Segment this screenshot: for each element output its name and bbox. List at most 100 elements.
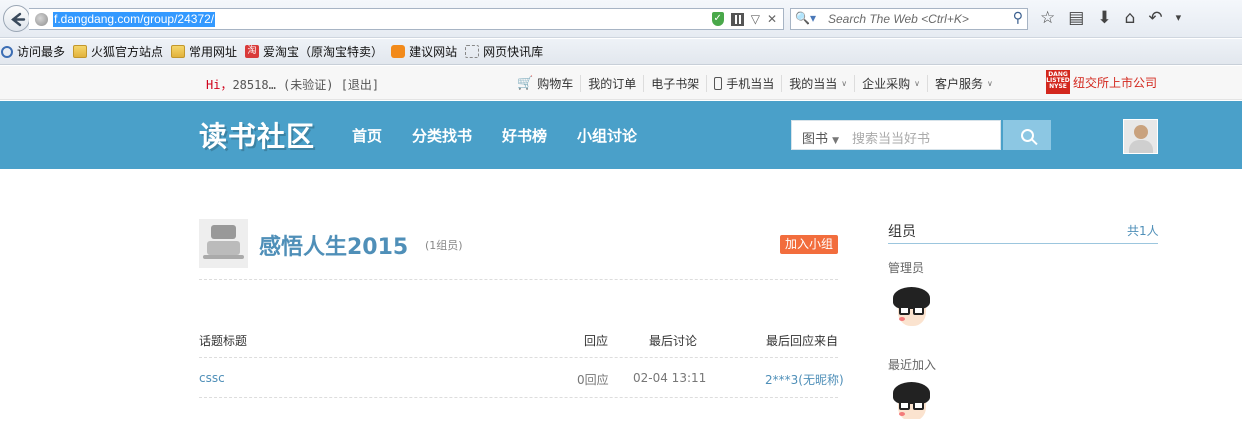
- topnav-label: 购物车: [537, 77, 574, 91]
- back-button[interactable]: [3, 5, 30, 32]
- magnifier-icon: [1, 45, 13, 58]
- web-search-placeholder: Search The Web <Ctrl+K>: [828, 12, 969, 26]
- site-topbar: Hi，28518… (未验证) [退出] 🛒 购物车 我的订单 电子书架 手机当…: [0, 66, 1242, 100]
- close-icon[interactable]: ✕: [767, 12, 777, 26]
- col-last-discussion: 最后讨论: [649, 334, 698, 348]
- divider: [199, 279, 838, 280]
- topnav-label: 企业采购: [862, 77, 911, 91]
- members-total-link[interactable]: 共1人: [1127, 222, 1159, 239]
- admin-avatar[interactable]: [889, 286, 934, 331]
- search-placeholder: 搜索当当好书: [852, 132, 931, 147]
- bookmark-label: 火狐官方站点: [91, 45, 164, 59]
- phone-icon: [714, 77, 723, 90]
- topnav-label: 客户服务: [935, 77, 984, 91]
- divider: [888, 243, 1158, 244]
- nav-home[interactable]: 首页: [352, 125, 382, 146]
- search-button[interactable]: [1003, 120, 1051, 150]
- chevron-down-icon: ∨: [841, 79, 848, 88]
- url-text[interactable]: f.dangdang.com/group/24372/: [53, 12, 216, 27]
- undo-icon[interactable]: ↶: [1148, 8, 1162, 28]
- search-category-label: 图书: [802, 132, 829, 147]
- topnav-label: 我的当当: [789, 77, 838, 91]
- home-icon[interactable]: ⌂: [1125, 8, 1136, 28]
- search-engine-icon[interactable]: 🔍▾: [795, 11, 816, 25]
- bookmark-common-sites[interactable]: 常用网址: [171, 43, 237, 60]
- menu-dropdown-icon[interactable]: ▾: [1176, 8, 1182, 28]
- nav-categories[interactable]: 分类找书: [412, 125, 472, 146]
- dropdown-triangle-icon[interactable]: ▽: [751, 12, 760, 26]
- topnav-my-dangdang[interactable]: 我的当当 ∨: [781, 75, 854, 92]
- topnav-orders[interactable]: 我的订单: [580, 75, 643, 92]
- reading-list-icon[interactable]: ▤: [1068, 8, 1084, 28]
- folder-icon: [171, 45, 186, 58]
- site-logo[interactable]: 读书社区: [199, 115, 315, 155]
- arrow-left-icon: [11, 12, 26, 27]
- group-member-count: (1组员): [425, 239, 463, 252]
- members-title: 组员: [888, 224, 916, 240]
- nyse-text: 纽交所上市公司: [1073, 75, 1158, 90]
- topic-link[interactable]: cssc: [199, 371, 225, 385]
- group-title: 感悟人生2015: [259, 235, 409, 260]
- bookmark-web-slices[interactable]: 网页快讯库: [465, 43, 543, 60]
- topnav-mobile[interactable]: 手机当当: [706, 75, 781, 92]
- site-header: 读书社区 首页 分类找书 好书榜 小组讨论 图书 ▼ 搜索当当好书: [0, 101, 1242, 169]
- topnav-customer-service[interactable]: 客户服务 ∨: [927, 75, 1000, 92]
- browser-toolbar: f.dangdang.com/group/24372/ ✓ ▽ ✕ 🔍▾ Sea…: [0, 0, 1242, 38]
- search-go-icon[interactable]: ⚲: [1013, 10, 1023, 26]
- bookmark-suggested-sites[interactable]: 建议网站: [391, 43, 457, 60]
- qr-code-icon[interactable]: [730, 12, 744, 26]
- divider: [199, 397, 838, 398]
- topnav-cart[interactable]: 🛒 购物车: [517, 75, 580, 92]
- col-last-reply-from: 最后回应来自: [766, 334, 839, 348]
- topnav-label: 我的订单: [588, 77, 637, 91]
- chevron-down-icon: ∨: [914, 79, 920, 88]
- search-category-select[interactable]: 图书 ▼: [802, 128, 839, 147]
- bookmark-label: 网页快讯库: [483, 45, 544, 59]
- folder-icon: [73, 45, 88, 58]
- book-search-input[interactable]: 图书 ▼ 搜索当当好书: [791, 120, 1001, 150]
- admin-label: 管理员: [888, 261, 925, 275]
- address-bar[interactable]: f.dangdang.com/group/24372/ ✓ ▽ ✕: [29, 8, 784, 30]
- greeting-user[interactable]: 28518… (未验证) [退出]: [232, 78, 379, 92]
- col-replies: 回应: [584, 334, 609, 348]
- topnav-label: 手机当当: [726, 77, 775, 91]
- nyse-badge[interactable]: DANG LISTED NYSE 纽交所上市公司: [1046, 70, 1157, 94]
- globe-icon: [35, 13, 48, 26]
- topnav-label: 电子书架: [651, 77, 700, 91]
- join-group-button[interactable]: 加入小组: [780, 235, 839, 254]
- bookmarks-bar: 访问最多 火狐官方站点 常用网址 淘 爱淘宝（原淘宝特卖） 建议网站 网页快讯库: [0, 39, 1242, 65]
- bookmark-aitaobao[interactable]: 淘 爱淘宝（原淘宝特卖）: [245, 43, 383, 60]
- nav-group-discussion[interactable]: 小组讨论: [577, 125, 637, 146]
- shield-icon[interactable]: ✓: [711, 12, 724, 26]
- bookmark-label: 爱淘宝（原淘宝特卖）: [263, 45, 384, 59]
- suggested-sites-icon: [391, 45, 406, 58]
- main-nav: 首页 分类找书 好书榜 小组讨论: [352, 125, 637, 146]
- bookmark-label: 访问最多: [17, 45, 66, 59]
- divider: [199, 357, 838, 358]
- nyse-logo: DANG LISTED NYSE: [1046, 70, 1070, 94]
- topnav-ebook-shelf[interactable]: 电子书架: [643, 75, 706, 92]
- topic-last-discussion: 02-04 13:11: [633, 371, 707, 385]
- greeting-hi: Hi，: [206, 78, 233, 92]
- bookmark-most-visited[interactable]: 访问最多: [1, 43, 65, 60]
- download-icon[interactable]: ⬇: [1097, 8, 1111, 28]
- topnav-enterprise[interactable]: 企业采购 ∨: [854, 75, 927, 92]
- web-slice-icon: [465, 45, 480, 58]
- group-icon: [199, 219, 248, 268]
- web-search-box[interactable]: 🔍▾ Search The Web <Ctrl+K> ⚲: [790, 8, 1028, 30]
- caret-down-icon: ▼: [832, 136, 840, 146]
- bookmark-firefox-official[interactable]: 火狐官方站点: [73, 43, 163, 60]
- recent-member-avatar[interactable]: [889, 381, 934, 419]
- nav-top-books[interactable]: 好书榜: [502, 125, 547, 146]
- col-topic-title: 话题标题: [199, 334, 248, 348]
- bookmark-label: 建议网站: [409, 45, 458, 59]
- cart-icon: 🛒: [517, 76, 534, 91]
- star-bookmark-icon[interactable]: ☆: [1040, 8, 1055, 28]
- topic-last-replier[interactable]: 2***3(无昵称): [765, 371, 844, 388]
- search-icon: [1020, 128, 1034, 142]
- user-avatar[interactable]: [1123, 119, 1158, 154]
- chevron-down-icon: ∨: [987, 79, 993, 88]
- top-nav: 🛒 购物车 我的订单 电子书架 手机当当 我的当当 ∨ 企业采购 ∨ 客户服务 …: [517, 75, 1000, 92]
- bookmark-label: 常用网址: [189, 45, 238, 59]
- user-greeting: Hi，28518… (未验证) [退出]: [206, 76, 379, 93]
